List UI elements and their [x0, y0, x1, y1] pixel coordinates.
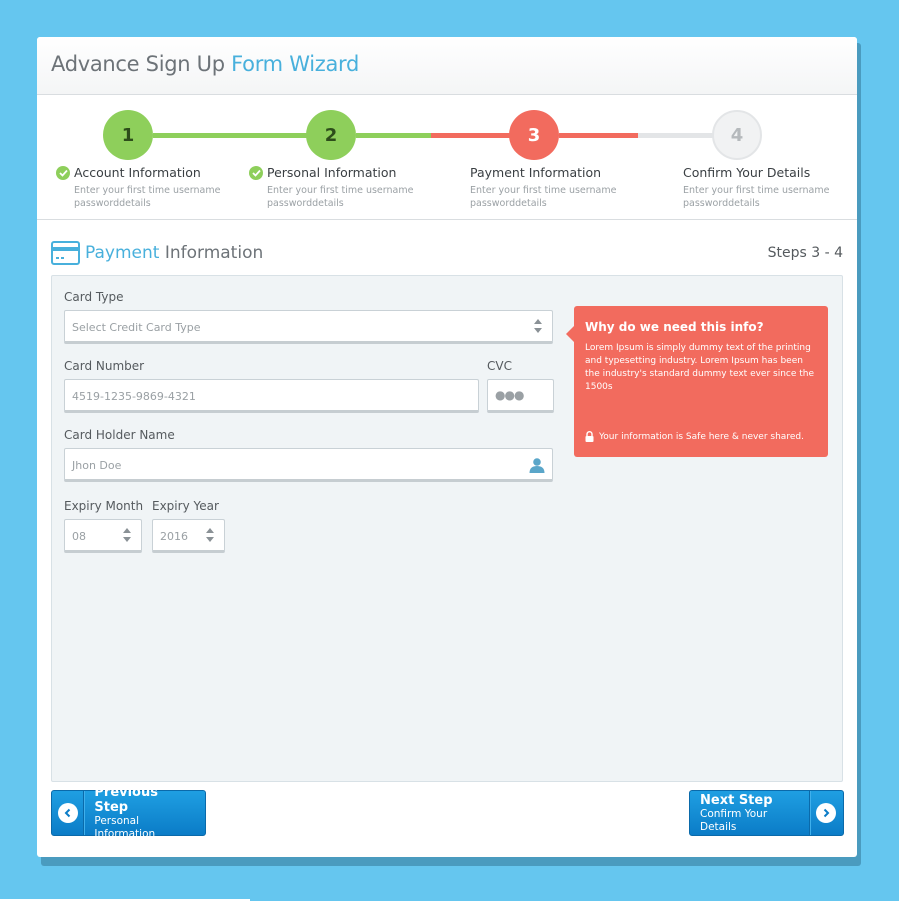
steps-indicator: Steps 3 - 4	[767, 245, 843, 261]
section-title-rest: Information	[159, 243, 264, 263]
expiry-month-value: 08	[72, 530, 86, 543]
section-title: Payment Information	[85, 243, 263, 263]
expiry-year-value: 2016	[160, 530, 188, 543]
step-2-title-label: Personal Information	[267, 165, 397, 180]
next-sub-label: Confirm Your Details	[700, 807, 768, 833]
step-1-text: Account Information Enter your first tim…	[56, 165, 224, 210]
step-1-sub: Enter your first time username passwordd…	[74, 185, 221, 209]
card-number-label: Card Number	[64, 359, 145, 373]
spinner-arrows-icon	[206, 528, 214, 542]
step-4-sub: Enter your first time username passwordd…	[683, 185, 830, 209]
cvc-label: CVC	[487, 359, 512, 373]
expiry-month-label: Expiry Month	[64, 499, 144, 513]
step-3-text: Payment Information Enter your first tim…	[470, 165, 620, 210]
chevron-right-icon	[816, 803, 837, 823]
step-2-text: Personal Information Enter your first ti…	[249, 165, 417, 210]
lock-icon	[585, 431, 594, 442]
progress-line-3	[559, 133, 638, 138]
step-3-title: Payment Information	[470, 165, 602, 180]
step-1-title-label: Account Information	[74, 165, 201, 180]
step-1-circle[interactable]: 1	[103, 110, 153, 160]
step-2-number: 2	[324, 124, 338, 146]
progress-line-2a	[356, 133, 431, 138]
step-4-text: Confirm Your Details Enter your first ti…	[683, 165, 833, 210]
progress-steps: 1 2 3 4 Account Information Enter your f…	[37, 37, 857, 220]
credit-card-icon	[51, 241, 80, 265]
prev-sub-label: Personal Information	[94, 815, 156, 840]
section-title-accent: Payment	[85, 243, 160, 263]
card-type-value: Select Credit Card Type	[72, 321, 201, 334]
prev-icon-wrap	[52, 791, 83, 835]
card-holder-label: Card Holder Name	[64, 428, 175, 442]
spinner-arrows-icon	[123, 528, 131, 542]
step-1-number: 1	[121, 124, 135, 146]
progress-line-1	[153, 133, 331, 138]
card-type-label: Card Type	[64, 290, 124, 304]
step-3-number: 3	[527, 124, 541, 146]
card-holder-value: Jhon Doe	[72, 459, 122, 472]
info-tooltip: Why do we need this info? Lorem Ipsum is…	[566, 306, 828, 457]
expiry-year-label: Expiry Year	[152, 499, 219, 513]
wizard-card: Advance Sign Up Form Wizard 1 2 3 4 Acco…	[37, 37, 857, 857]
cvc-value: ●●●	[495, 388, 524, 402]
step-3-sub: Enter your first time username passwordd…	[470, 185, 617, 209]
section-header: Payment Information Steps 3 - 4	[51, 238, 843, 268]
prev-text: Previous Step Personal Information	[84, 785, 205, 841]
user-icon	[529, 458, 545, 473]
card-holder-input[interactable]: Jhon Doe	[64, 448, 553, 482]
next-step-button[interactable]: Next Step Confirm Your Details	[689, 790, 844, 836]
info-text: Lorem Ipsum is simply dummy text of the …	[585, 343, 815, 392]
step-2-sub: Enter your first time username passwordd…	[267, 185, 414, 209]
payment-form-panel: Card Type Select Credit Card Type Card N…	[51, 275, 843, 782]
chevron-left-icon	[57, 803, 78, 823]
next-main-label: Next Step	[700, 792, 773, 808]
select-arrows-icon	[534, 319, 542, 333]
expiry-year-select[interactable]: 2016	[152, 519, 225, 553]
check-icon	[249, 165, 263, 180]
cvc-input[interactable]: ●●●	[487, 379, 554, 413]
next-text: Next Step Confirm Your Details	[690, 793, 809, 834]
step-2-title: Personal Information	[249, 165, 417, 180]
info-title: Why do we need this info?	[585, 320, 764, 334]
card-type-select[interactable]: Select Credit Card Type	[64, 310, 553, 344]
step-3-circle[interactable]: 3	[509, 110, 559, 160]
card-number-input[interactable]: 4519-1235-9869-4321	[64, 379, 479, 413]
prev-main-label: Previous Step	[94, 785, 158, 815]
next-icon-wrap	[810, 791, 844, 835]
step-4-circle[interactable]: 4	[712, 110, 762, 160]
step-2-circle[interactable]: 2	[306, 110, 356, 160]
check-icon	[56, 165, 70, 180]
step-1-title: Account Information	[56, 165, 224, 180]
step-4-number: 4	[730, 124, 744, 146]
step-4-title: Confirm Your Details	[683, 165, 811, 180]
card-number-value: 4519-1235-9869-4321	[72, 390, 196, 403]
info-safe: Your information is Safe here & never sh…	[585, 431, 804, 442]
previous-step-button[interactable]: Previous Step Personal Information	[51, 785, 206, 840]
info-safe-text: Your information is Safe here & never sh…	[599, 431, 804, 442]
expiry-month-select[interactable]: 08	[64, 519, 142, 553]
